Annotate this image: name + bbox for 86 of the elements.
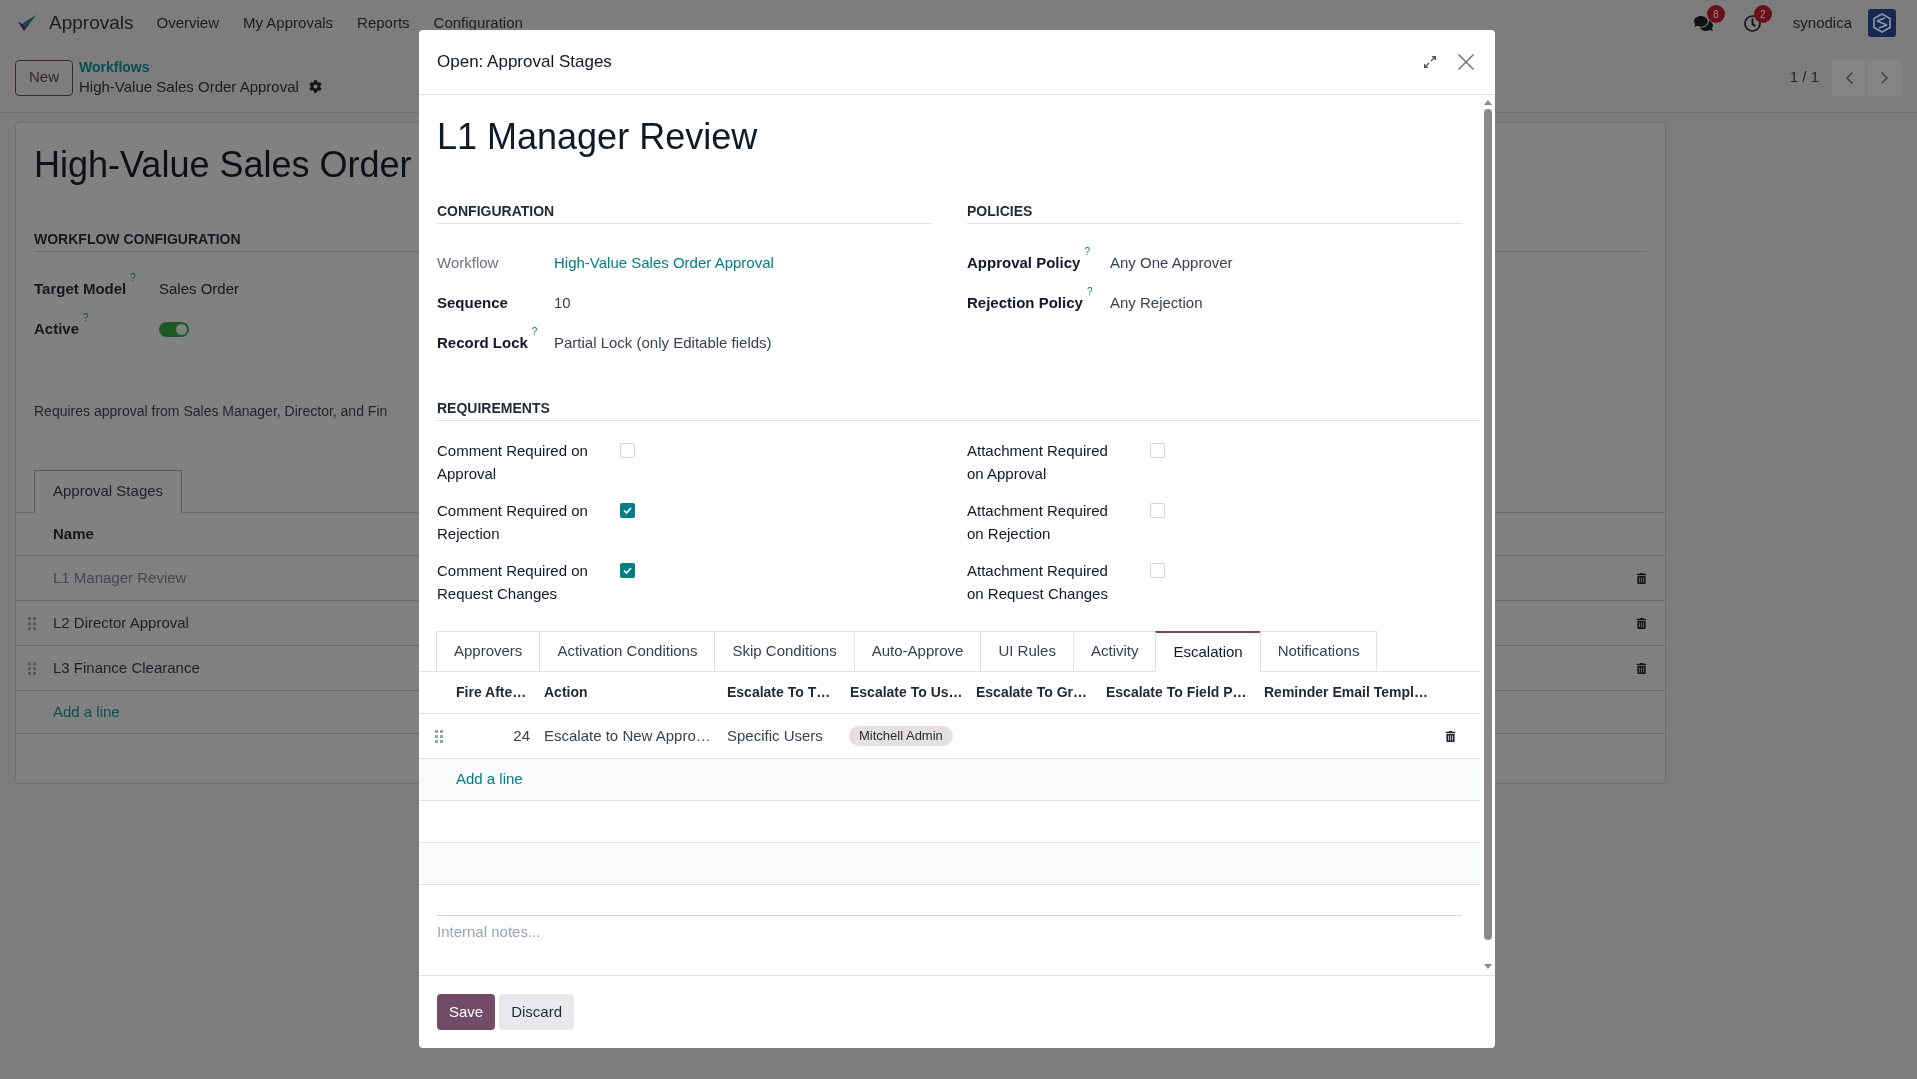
checkbox[interactable] — [620, 443, 635, 458]
field-label: Active — [34, 318, 80, 339]
field-value[interactable]: Any Rejection — [1110, 291, 1203, 315]
form-title: High-Value Sales Order — [34, 143, 412, 187]
discard-button[interactable]: Discard — [499, 994, 575, 1030]
tab[interactable]: Escalation — [1155, 631, 1261, 672]
save-button[interactable]: Save — [437, 994, 496, 1030]
checkbox[interactable] — [620, 503, 635, 518]
section-heading: REQUIREMENTS — [437, 398, 1480, 421]
field-label: Sequence — [437, 292, 508, 313]
message-count-badge: 8 — [1706, 5, 1725, 23]
column-header[interactable]: Escalate To T… — [720, 682, 843, 703]
tab[interactable]: Approvers — [436, 631, 541, 672]
requirement-label: Comment Required on Rejection — [437, 501, 589, 544]
checkbox[interactable] — [1150, 503, 1165, 518]
user-tag[interactable]: Mitchell Admin — [849, 726, 953, 746]
gear-icon[interactable] — [308, 80, 322, 93]
requirement-label: Attachment Required on Request Changes — [967, 561, 1109, 604]
scrollbar-thumb[interactable] — [1483, 109, 1492, 940]
field-value[interactable]: Sales Order — [159, 277, 240, 301]
workflow-link[interactable]: High-Value Sales Order Approval — [554, 251, 774, 275]
add-line-link[interactable]: Add a line — [456, 768, 523, 791]
avatar-icon[interactable] — [1868, 9, 1896, 37]
new-button[interactable]: New — [15, 59, 73, 96]
menu-item[interactable]: My Approvals — [243, 11, 334, 35]
checkbox[interactable] — [620, 563, 635, 578]
record-name[interactable]: L1 Manager Review — [437, 115, 758, 159]
tab[interactable]: Approval Stages — [34, 470, 183, 513]
pager-value[interactable]: 1 / 1 — [1789, 66, 1819, 89]
field-label: Target Model — [34, 278, 127, 299]
checkmark-logo-icon[interactable] — [17, 14, 37, 32]
activity-count-badge: 2 — [1753, 5, 1772, 23]
column-header[interactable]: Name — [53, 522, 94, 546]
menu-item[interactable]: Overview — [156, 11, 219, 35]
scroll-up-arrow-icon[interactable] — [1483, 100, 1492, 105]
column-header[interactable]: Action — [537, 682, 720, 703]
chevron-left-icon — [1845, 71, 1853, 84]
field-label: Record Lock — [437, 332, 528, 353]
chat-bubbles-icon[interactable] — [1693, 13, 1713, 33]
chevron-right-icon — [1881, 71, 1888, 84]
check-icon — [623, 567, 632, 574]
stage-name-cell[interactable]: L2 Director Approval — [53, 611, 189, 635]
menu-item[interactable]: Configuration — [433, 11, 523, 35]
close-icon — [1458, 54, 1474, 70]
description-text: Requires approval from Sales Manager, Director, and Fin — [34, 402, 388, 421]
clock-icon[interactable] — [1743, 14, 1761, 32]
toggle-switch[interactable] — [159, 321, 189, 337]
expand-icon — [1424, 56, 1436, 68]
checkbox[interactable] — [1150, 563, 1165, 578]
stage-name-cell[interactable]: L3 Finance Clearance — [53, 656, 200, 680]
requirement-label: Comment Required on Request Changes — [437, 561, 589, 604]
app-name[interactable]: Approvals — [49, 8, 134, 38]
notes-field[interactable]: Internal notes... — [437, 921, 1462, 944]
field-value[interactable]: Partial Lock (only Editable fields) — [554, 331, 772, 355]
drag-handle-icon[interactable] — [435, 729, 443, 743]
help-mark[interactable]: ? — [1086, 285, 1093, 298]
dialog-title: Open: Approval Stages — [437, 51, 612, 74]
field-value[interactable]: Any One Approver — [1110, 251, 1233, 275]
check-icon — [623, 507, 632, 514]
checkbox[interactable] — [1150, 443, 1165, 458]
field-label: Workflow — [437, 252, 499, 273]
section-heading: CONFIGURATION — [437, 201, 932, 224]
requirement-label: Attachment Required on Approval — [967, 441, 1109, 484]
column-header[interactable]: Reminder Email Templ… — [1257, 682, 1445, 703]
column-header[interactable]: Fire Afte… — [449, 682, 537, 703]
column-header[interactable]: Escalate To Us… — [843, 682, 969, 703]
section-heading: POLICIES — [967, 201, 1462, 224]
action-cell[interactable]: Escalate to New Appro… — [544, 727, 711, 744]
requirement-label: Comment Required on Approval — [437, 441, 589, 484]
column-header[interactable]: Escalate To Field P… — [1099, 682, 1257, 703]
trash-icon[interactable] — [1445, 730, 1456, 742]
scroll-down-arrow-icon[interactable] — [1483, 964, 1492, 969]
record-title: High-Value Sales Order Approval — [79, 77, 299, 97]
fire-after-cell[interactable]: 24 — [513, 724, 530, 748]
field-label: Rejection Policy — [967, 292, 1083, 313]
tab[interactable]: Notifications — [1259, 631, 1378, 672]
user-name[interactable]: synodica — [1792, 11, 1852, 35]
help-mark[interactable]: ? — [531, 325, 538, 338]
menu-item[interactable]: Reports — [357, 11, 410, 35]
escalate-type-cell[interactable]: Specific Users — [727, 727, 823, 744]
drag-handle-icon[interactable] — [28, 616, 36, 630]
column-header[interactable]: Escalate To Gr… — [969, 682, 1099, 703]
field-label: Approval Policy — [967, 252, 1081, 273]
requirement-label: Attachment Required on Rejection — [967, 501, 1109, 544]
drag-handle-icon[interactable] — [28, 661, 36, 675]
field-value[interactable]: 10 — [554, 291, 571, 315]
